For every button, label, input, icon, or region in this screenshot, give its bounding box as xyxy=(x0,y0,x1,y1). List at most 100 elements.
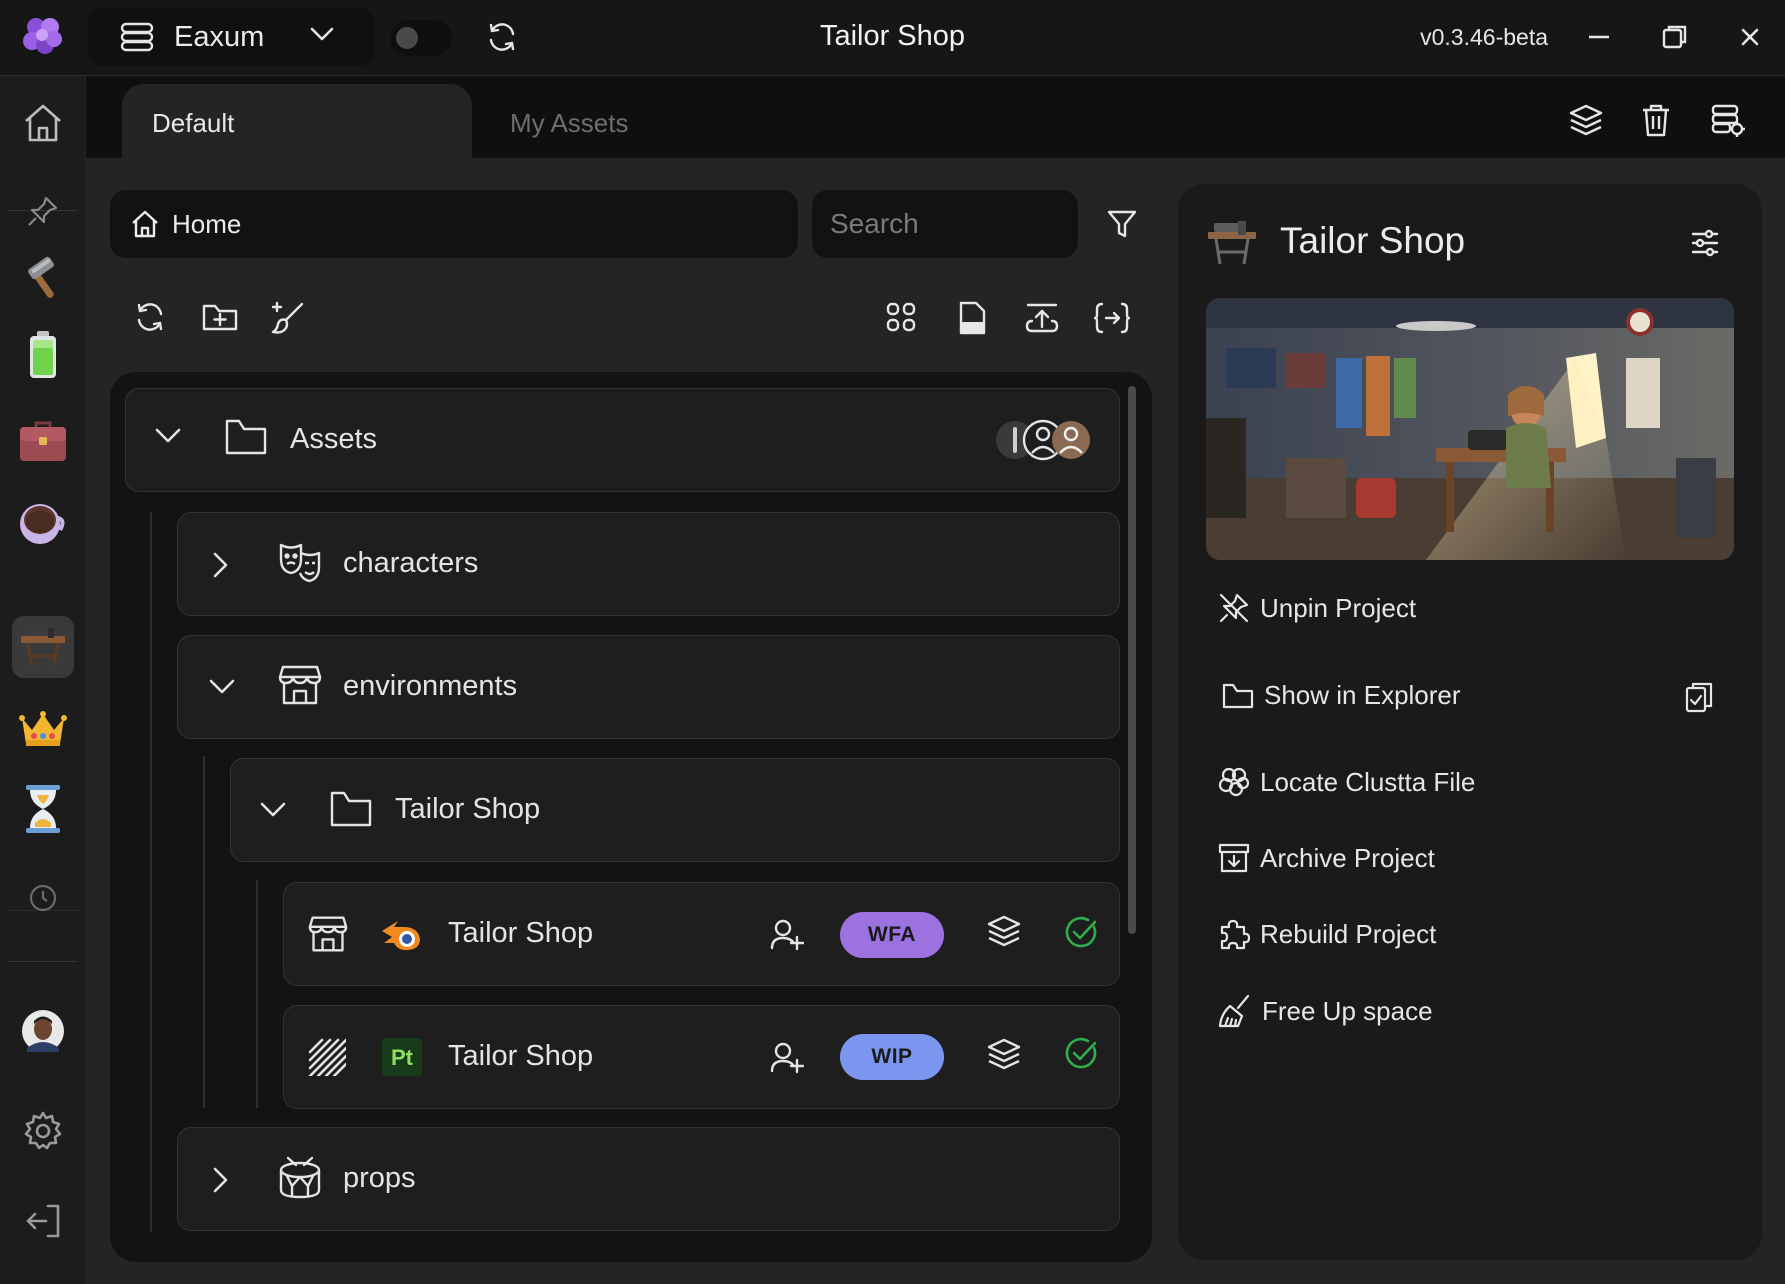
chevron-right-icon[interactable] xyxy=(212,1166,230,1194)
substance-painter-icon: Pt xyxy=(382,1038,422,1076)
rebuild-project-action[interactable]: Rebuild Project xyxy=(1218,918,1436,950)
tree-label: environments xyxy=(343,670,518,702)
unpin-project-action[interactable]: Unpin Project xyxy=(1218,592,1416,624)
hammer-icon[interactable] xyxy=(18,254,68,304)
tree-row-assets[interactable]: Assets xyxy=(125,388,1120,492)
version-label: v0.3.46-beta xyxy=(1420,24,1548,50)
briefcase-icon[interactable] xyxy=(18,416,68,466)
action-label: Show in Explorer xyxy=(1264,680,1461,710)
upload-icon[interactable] xyxy=(1024,300,1060,336)
chevron-down-icon[interactable] xyxy=(208,678,236,696)
coffee-cup-icon[interactable] xyxy=(18,498,68,548)
new-brush-icon[interactable] xyxy=(270,300,306,336)
tree-label: Tailor Shop xyxy=(395,793,541,825)
check-circle-icon xyxy=(1064,915,1098,949)
free-up-space-action[interactable]: Free Up space xyxy=(1218,994,1433,1028)
refresh-icon[interactable] xyxy=(134,300,166,334)
tab-label: Default xyxy=(152,108,235,138)
logout-icon[interactable] xyxy=(18,1196,68,1246)
folder-icon xyxy=(329,789,373,829)
storefront-icon xyxy=(308,915,348,953)
assign-user-icon[interactable] xyxy=(770,1040,804,1074)
home-icon xyxy=(130,209,160,239)
unpin-icon xyxy=(1218,592,1250,624)
avatar[interactable] xyxy=(18,1006,68,1056)
document-icon[interactable] xyxy=(956,300,988,336)
nav-divider xyxy=(8,961,78,962)
status-badge[interactable]: WIP xyxy=(840,1034,944,1080)
breadcrumb[interactable]: Home xyxy=(110,190,798,258)
tree-guide-line xyxy=(150,512,152,1232)
search-input[interactable] xyxy=(812,190,1078,258)
tab-default[interactable]: Default xyxy=(122,84,472,160)
tree-row-file[interactable]: Tailor Shop WFA xyxy=(283,882,1120,986)
gear-icon[interactable] xyxy=(18,1106,68,1156)
tab-my-assets[interactable]: My Assets xyxy=(490,84,810,160)
storefront-icon xyxy=(278,664,322,706)
project-thumbnail xyxy=(1206,298,1734,560)
check-circle-icon xyxy=(1064,1036,1098,1070)
texture-icon xyxy=(308,1038,346,1076)
tree-row-props[interactable]: props xyxy=(177,1127,1120,1231)
layers-icon[interactable] xyxy=(986,913,1022,949)
assign-user-icon[interactable] xyxy=(770,917,804,951)
status-badge[interactable]: WFA xyxy=(840,912,944,958)
copy-path-icon[interactable] xyxy=(1684,680,1714,714)
tree-row-environments[interactable]: environments xyxy=(177,635,1120,739)
tree-row-tailor-shop-folder[interactable]: Tailor Shop xyxy=(230,758,1120,862)
tree-guide-line xyxy=(203,756,205,1108)
action-label: Locate Clustta File xyxy=(1260,766,1476,797)
minimize-icon[interactable] xyxy=(1583,20,1615,54)
workspace-name: Eaxum xyxy=(174,20,265,53)
tree-label: characters xyxy=(343,547,479,579)
toggle-knob xyxy=(396,27,418,49)
chevron-right-icon[interactable] xyxy=(212,551,230,579)
chevron-down-icon[interactable] xyxy=(154,427,182,445)
action-label: Rebuild Project xyxy=(1260,918,1437,949)
clustta-icon xyxy=(1218,766,1250,798)
tree-scrollbar[interactable] xyxy=(1128,386,1136,934)
tree-guide-line xyxy=(256,880,258,1108)
workspace-dropdown[interactable]: Eaxum xyxy=(88,8,374,66)
restore-icon[interactable] xyxy=(1658,20,1690,54)
archive-icon xyxy=(1218,842,1250,874)
database-settings-icon[interactable] xyxy=(1710,102,1746,138)
sewing-machine-icon xyxy=(1206,218,1258,266)
left-navigation xyxy=(0,76,86,1284)
chevron-down-icon xyxy=(310,26,334,42)
layers-icon[interactable] xyxy=(1568,102,1604,138)
folder-icon xyxy=(1222,682,1254,710)
action-label: Archive Project xyxy=(1260,842,1435,873)
tree-row-file[interactable]: Pt Tailor Shop WIP xyxy=(283,1005,1120,1109)
chevron-down-icon[interactable] xyxy=(259,801,287,819)
settings-sliders-icon[interactable] xyxy=(1690,228,1720,258)
filter-icon[interactable] xyxy=(1106,208,1138,240)
pin-icon[interactable] xyxy=(18,186,68,236)
history-icon[interactable] xyxy=(18,876,68,916)
collaborators-avatars[interactable] xyxy=(994,419,1104,461)
trash-icon[interactable] xyxy=(1640,102,1672,138)
svg-text:Pt: Pt xyxy=(391,1045,414,1070)
theater-masks-icon xyxy=(278,541,322,585)
show-in-explorer-action[interactable]: Show in Explorer xyxy=(1222,680,1461,711)
tailor-shop-project-icon[interactable] xyxy=(12,616,74,678)
layers-icon[interactable] xyxy=(986,1036,1022,1072)
tree-row-characters[interactable]: characters xyxy=(177,512,1120,616)
title-bar: Eaxum Tailor Shop v0.3.46-beta xyxy=(0,0,1785,76)
refresh-icon[interactable] xyxy=(486,20,518,54)
home-icon[interactable] xyxy=(18,98,68,148)
locate-clustta-file-action[interactable]: Locate Clustta File xyxy=(1218,766,1475,798)
action-label: Free Up space xyxy=(1262,995,1433,1026)
archive-project-action[interactable]: Archive Project xyxy=(1218,842,1435,874)
grid-view-icon[interactable] xyxy=(884,300,918,334)
variable-icon[interactable] xyxy=(1094,300,1130,336)
crown-icon[interactable] xyxy=(18,704,68,754)
battery-icon[interactable] xyxy=(18,330,68,380)
sync-toggle[interactable] xyxy=(390,20,452,56)
new-folder-icon[interactable] xyxy=(202,300,238,334)
hourglass-icon[interactable] xyxy=(18,784,68,834)
app-logo-icon xyxy=(20,14,66,60)
close-icon[interactable] xyxy=(1734,20,1766,54)
puzzle-icon xyxy=(1218,918,1250,950)
tree-label: Assets xyxy=(290,423,378,455)
